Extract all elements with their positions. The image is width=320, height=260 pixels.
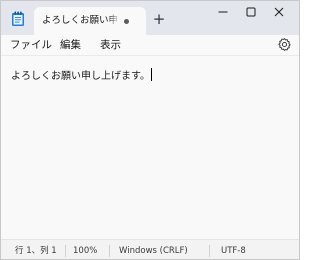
maximize-icon	[246, 7, 256, 17]
cursor-position: 行 1、列 1	[15, 246, 57, 256]
notepad-icon	[11, 11, 25, 27]
document-tab[interactable]: よろしくお願い申し上げます。	[34, 7, 146, 35]
encoding: UTF-8	[221, 246, 246, 256]
status-bar: 行 1、列 1 100% Windows (CRLF) UTF-8	[1, 239, 299, 259]
text-caret	[151, 68, 152, 81]
editor-text: よろしくお願い申し上げます。	[11, 71, 150, 82]
menu-view[interactable]: 表示	[100, 37, 121, 53]
new-tab-button[interactable]: +	[151, 11, 167, 27]
text-editor[interactable]: よろしくお願い申し上げます。	[1, 55, 299, 235]
close-button[interactable]	[265, 1, 293, 23]
gear-icon[interactable]	[277, 37, 292, 52]
editor-text-line: よろしくお願い申し上げます。	[11, 68, 152, 82]
zoom-level: 100%	[73, 246, 98, 256]
menu-file[interactable]: ファイル	[10, 37, 52, 53]
minimize-button[interactable]	[209, 1, 237, 23]
close-icon	[274, 7, 284, 17]
maximize-button[interactable]	[237, 1, 265, 23]
tab-title: よろしくお願い申し上げます。	[42, 15, 120, 26]
unsaved-dot-icon[interactable]	[124, 19, 129, 24]
title-bar: よろしくお願い申し上げます。 +	[1, 1, 299, 35]
minimize-icon	[218, 11, 228, 13]
menu-bar: ファイル 編集 表示	[1, 35, 299, 55]
line-ending: Windows (CRLF)	[119, 246, 188, 256]
status-separator	[109, 245, 110, 257]
status-separator	[209, 245, 210, 257]
notepad-window: よろしくお願い申し上げます。 + ファイル 編集 表示	[0, 0, 300, 260]
menu-edit[interactable]: 編集	[60, 37, 81, 53]
status-separator	[65, 245, 66, 257]
